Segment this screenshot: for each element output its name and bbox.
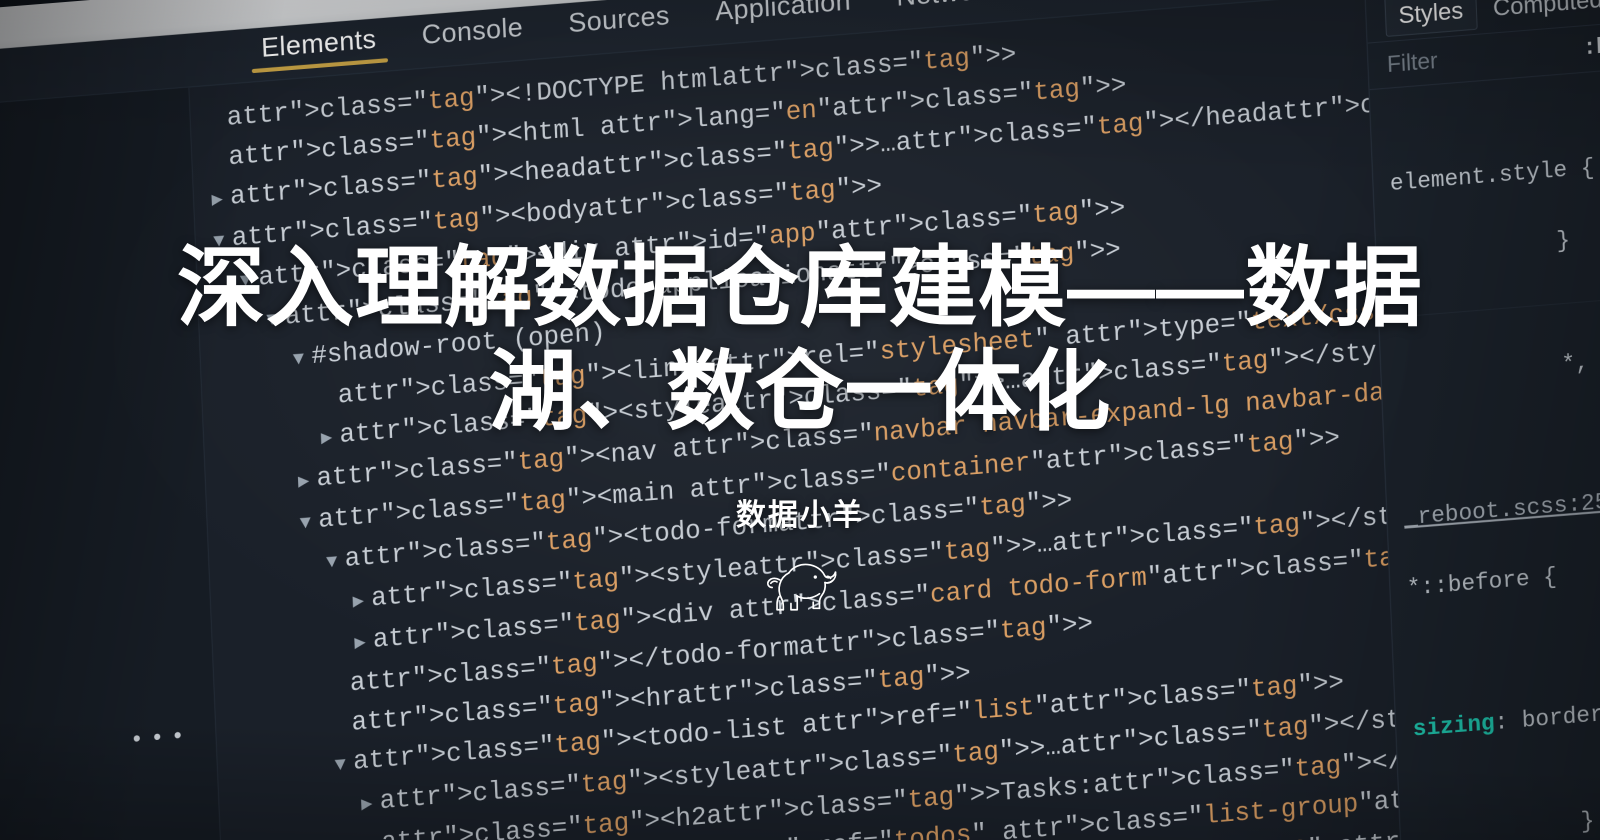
css-selector: *::before { <box>1406 564 1558 603</box>
hov-toggle-button[interactable]: :hov <box>1583 33 1600 61</box>
collapse-toggle-icon[interactable]: ▶ <box>354 623 374 664</box>
page-title: 深入理解数据仓库建模——数据 湖、数仓一体化 <box>100 236 1500 444</box>
collapse-toggle-icon[interactable]: ▶ <box>352 582 372 623</box>
expand-toggle-icon[interactable]: ▼ <box>325 542 345 583</box>
hadoop-elephant-logo <box>766 563 837 611</box>
collapse-toggle-icon[interactable]: ▶ <box>211 180 231 221</box>
tab-styles[interactable]: Styles <box>1384 0 1478 37</box>
toggle-spacer <box>332 690 351 691</box>
tab-computed[interactable]: Computed <box>1480 0 1600 28</box>
css-source-link[interactable]: _reboot.scss:25 <box>1404 489 1600 531</box>
expand-toggle-icon[interactable]: ▼ <box>299 503 319 544</box>
styles-filter-input[interactable]: Filter <box>1387 37 1568 78</box>
page-title-line-1: 深入理解数据仓库建模——数据 <box>176 238 1423 337</box>
expand-toggle-icon[interactable]: ▼ <box>334 745 354 786</box>
page-title-line-2: 湖、数仓一体化 <box>488 342 1112 441</box>
css-selector: element.style { <box>1389 155 1595 198</box>
css-value[interactable]: border-box; <box>1521 696 1600 734</box>
toggle-spacer <box>333 730 352 731</box>
css-close-brace: } <box>1580 808 1595 836</box>
collapse-toggle-icon[interactable]: ▶ <box>297 462 317 503</box>
css-selector: *, <box>1561 349 1590 378</box>
css-close-brace: } <box>1555 227 1571 255</box>
breadcrumb-ellipsis-icon[interactable]: • • • <box>132 721 185 752</box>
collapse-toggle-icon[interactable]: ▶ <box>360 785 380 826</box>
tab-sources[interactable]: Sources <box>545 0 694 52</box>
cover-image: S Elements Console Sources Application N… <box>0 0 1600 840</box>
toggle-spacer <box>209 125 228 126</box>
author-name: 数据小羊 <box>736 499 864 532</box>
toggle-spacer <box>210 164 229 165</box>
